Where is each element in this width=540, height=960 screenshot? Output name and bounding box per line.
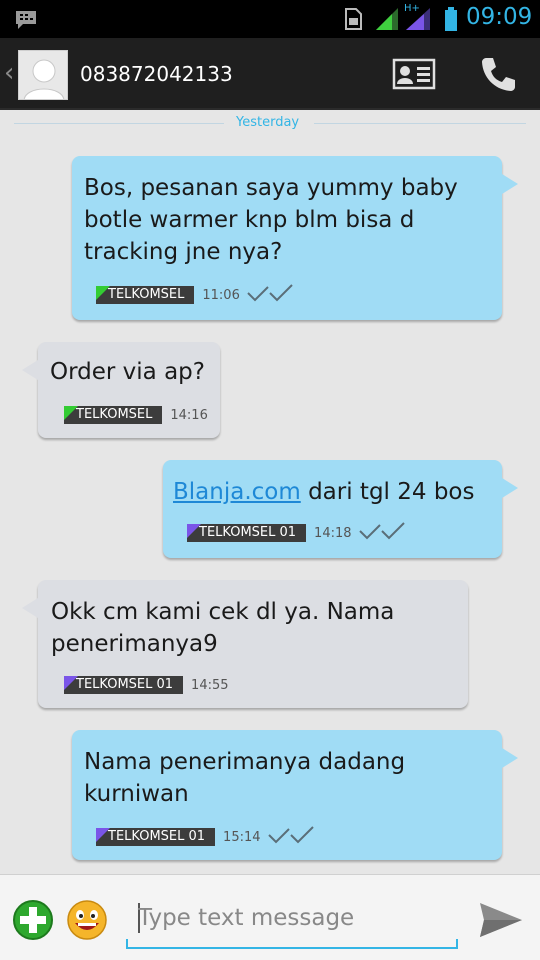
message-input[interactable]: Type text message [126, 891, 458, 949]
add-attachment-icon[interactable] [12, 899, 54, 945]
contact-name[interactable]: 083872042133 [80, 62, 233, 86]
message-meta: TELKOMSEL 11:06 [96, 284, 294, 306]
message-text: Nama penerimanya dadang kurniwan [84, 749, 406, 807]
message-time: 15:14 [223, 829, 261, 845]
message-text: Bos, pesanan saya yummy baby botle warme… [84, 175, 458, 265]
signal-icon [404, 6, 432, 36]
message-bubble-outgoing[interactable]: Nama penerimanya dadang kurniwan TELKOMS… [72, 730, 518, 860]
message-bubble-incoming[interactable]: Okk cm kami cek dl ya. Nama penerimanya9… [22, 580, 468, 708]
message-time: 11:06 [202, 287, 240, 303]
message-list[interactable]: Yesterday Bos, pesanan saya yummy baby b… [0, 112, 540, 874]
message-bubble-outgoing[interactable]: Blanja.com dari tgl 24 bos TELKOMSEL 01 … [163, 460, 518, 558]
message-meta: TELKOMSEL 14:16 [64, 406, 208, 424]
bbm-icon [14, 9, 38, 35]
message-bubble-incoming[interactable]: Order via ap? TELKOMSEL 14:16 [22, 342, 220, 438]
carrier-badge: TELKOMSEL 01 [96, 828, 216, 846]
message-meta: TELKOMSEL 01 14:18 [187, 522, 406, 544]
date-separator: Yesterday [0, 112, 540, 134]
message-meta: TELKOMSEL 01 14:55 [64, 676, 229, 694]
status-clock: 09:09 [466, 4, 533, 30]
emoji-icon[interactable] [66, 899, 108, 945]
message-time: 14:18 [314, 525, 352, 541]
message-link[interactable]: Blanja.com [173, 479, 301, 505]
phone-icon[interactable] [478, 54, 518, 98]
delivered-check-icon [246, 284, 294, 306]
sim-icon [340, 6, 366, 36]
message-time: 14:55 [191, 677, 229, 693]
carrier-badge: TELKOMSEL [96, 286, 195, 304]
delivered-check-icon [267, 826, 315, 848]
conversation-header: ‹ 083872042133 [0, 38, 540, 110]
delivered-check-icon [358, 522, 406, 544]
date-separator-label: Yesterday [236, 115, 300, 130]
carrier-badge: TELKOMSEL [64, 406, 163, 424]
message-meta: TELKOMSEL 01 15:14 [96, 826, 315, 848]
message-input-placeholder: Type text message [138, 905, 355, 931]
send-icon[interactable] [476, 899, 524, 945]
battery-icon [444, 6, 458, 36]
message-text: Order via ap? [50, 359, 205, 385]
message-time: 14:16 [170, 407, 208, 423]
back-chevron-icon[interactable]: ‹ [4, 58, 14, 88]
compose-bar: Type text message [0, 874, 540, 960]
signal-icon [374, 6, 400, 36]
status-bar: H+ 09:09 [0, 0, 540, 38]
avatar[interactable] [18, 50, 68, 100]
carrier-badge: TELKOMSEL 01 [64, 676, 184, 694]
message-text: Okk cm kami cek dl ya. Nama penerimanya9 [51, 599, 395, 657]
contact-card-icon[interactable] [392, 58, 436, 94]
message-text: Blanja.com dari tgl 24 bos [173, 479, 475, 505]
avatar-icon [24, 59, 64, 99]
carrier-badge: TELKOMSEL 01 [187, 524, 307, 542]
message-bubble-outgoing[interactable]: Bos, pesanan saya yummy baby botle warme… [72, 156, 518, 320]
